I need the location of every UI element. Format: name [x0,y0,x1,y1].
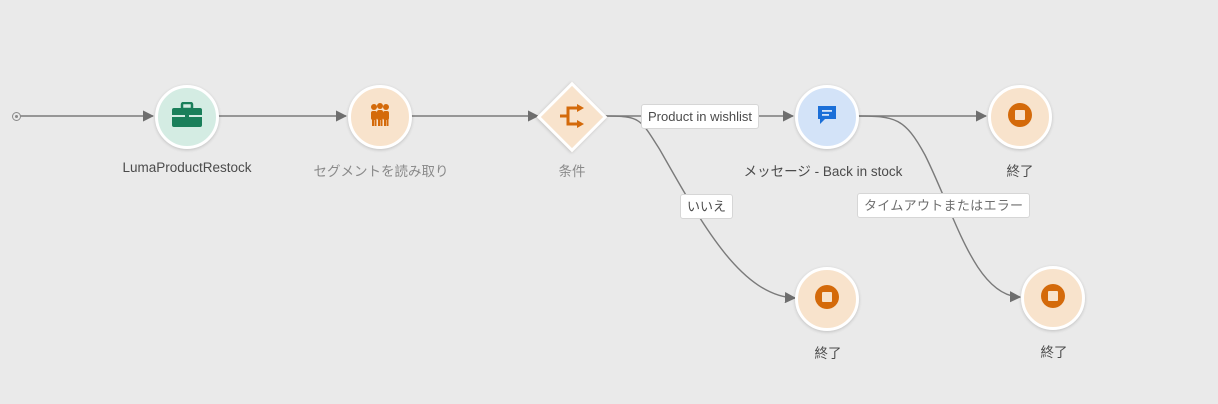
edge-label-product-in-wishlist[interactable]: Product in wishlist [641,104,760,129]
edge-label-no[interactable]: いいえ [680,194,734,219]
end-node-timeout-label: 終了 [1040,345,1068,360]
end-node-message-label: 終了 [1006,164,1034,179]
chat-bubble-icon [816,104,838,131]
journey-canvas: LumaProductRestock セグメントを読み取り 条件 メッセージ -… [0,0,1218,404]
segment-node[interactable] [348,85,412,149]
condition-node-label: 条件 [558,164,586,179]
segment-node-label: セグメントを読み取り [313,164,449,179]
message-node-label: メッセージ - Back in stock [743,164,903,179]
edge-label-timeout-or-error[interactable]: タイムアウトまたはエラー [857,193,1031,218]
end-node-condition-label: 終了 [814,346,842,361]
end-node-timeout[interactable] [1021,266,1085,330]
end-node-message[interactable] [988,85,1052,149]
journey-edges [20,110,1022,304]
event-node[interactable] [155,85,219,149]
stop-icon [1040,283,1066,314]
stop-icon [1007,102,1033,133]
briefcase-icon [172,101,202,133]
journey-start-dot [12,112,21,121]
stop-icon [814,284,840,315]
end-node-condition[interactable] [795,267,859,331]
event-node-label: LumaProductRestock [122,160,252,175]
audience-icon [369,102,391,132]
message-node[interactable] [795,85,859,149]
